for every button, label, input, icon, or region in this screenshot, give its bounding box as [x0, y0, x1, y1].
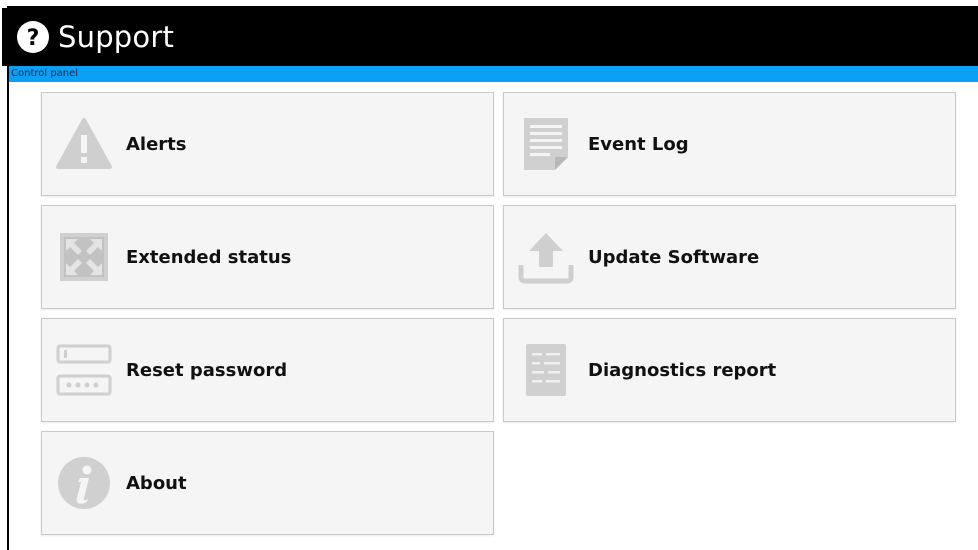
breadcrumb-label[interactable]: Control panel	[11, 68, 78, 79]
tile-event-log[interactable]: Event Log	[503, 92, 956, 196]
tile-label: Extended status	[126, 246, 292, 268]
tile-label: Event Log	[588, 133, 689, 155]
tile-about[interactable]: About	[41, 431, 494, 535]
upload-icon	[514, 225, 578, 289]
tile-label: Update Software	[588, 246, 760, 268]
tile-alerts[interactable]: Alerts	[41, 92, 494, 196]
tile-label: About	[126, 472, 187, 494]
document-icon	[514, 112, 578, 176]
help-icon: ?	[17, 21, 49, 53]
tile-extended-status[interactable]: Extended status	[41, 205, 494, 309]
expand-icon	[52, 225, 116, 289]
tile-label: Alerts	[126, 133, 187, 155]
svg-text:?: ?	[27, 26, 40, 51]
tile-label: Diagnostics report	[588, 359, 777, 381]
tile-diagnostics-report[interactable]: Diagnostics report	[503, 318, 956, 422]
tile-update-software[interactable]: Update Software	[503, 205, 956, 309]
breadcrumb[interactable]: Control panel	[9, 66, 978, 82]
tile-reset-password[interactable]: Reset password	[41, 318, 494, 422]
page-header: ? Support	[2, 8, 978, 66]
warning-icon	[52, 112, 116, 176]
info-icon	[52, 451, 116, 515]
report-icon	[514, 338, 578, 402]
page-title: Support	[58, 20, 175, 54]
password-field-icon	[52, 338, 116, 402]
tile-label: Reset password	[126, 359, 288, 381]
